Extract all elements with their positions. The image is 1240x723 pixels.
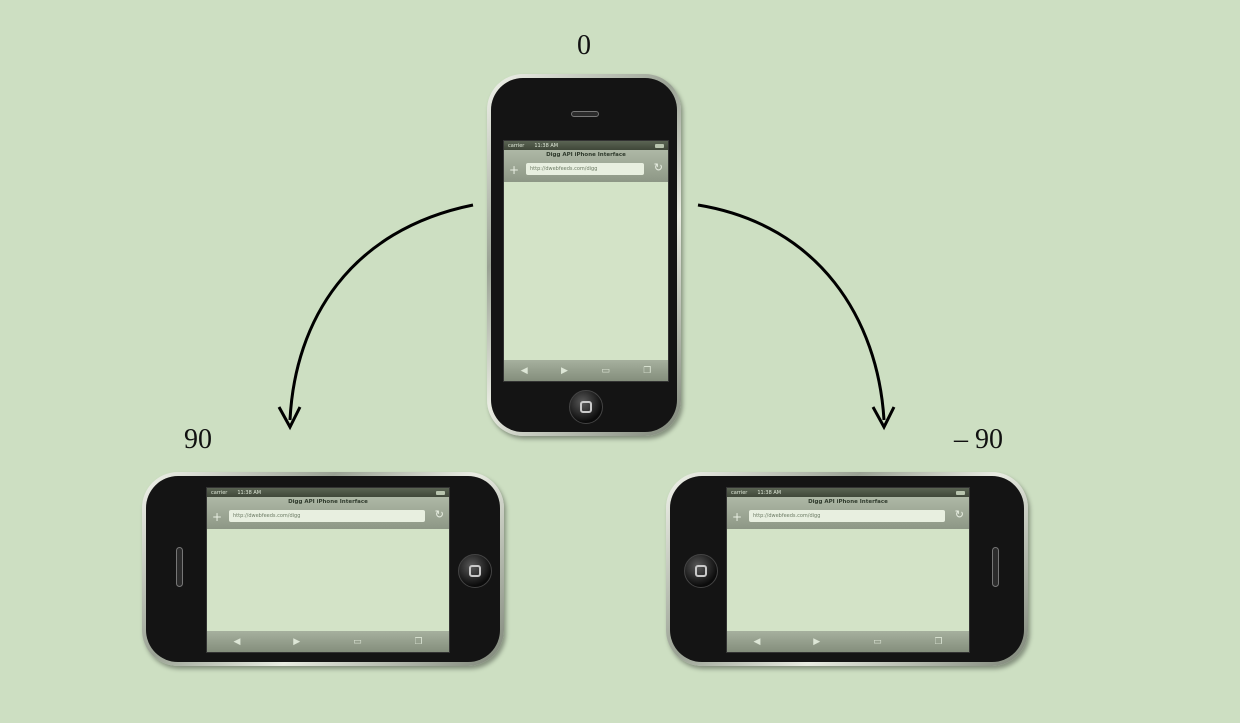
- forward-icon[interactable]: ▶: [561, 366, 568, 376]
- page-title: Digg API iPhone Interface: [808, 499, 888, 505]
- back-icon[interactable]: ◀: [521, 366, 528, 376]
- add-bookmark-icon[interactable]: +: [732, 511, 742, 523]
- page-title: Digg API iPhone Interface: [546, 152, 626, 158]
- browser-toolbar: ◀ ▶ ▭ ❐: [504, 360, 668, 381]
- back-icon[interactable]: ◀: [753, 637, 760, 647]
- phone-landscape-90: carrier 11:38 AM Digg API iPhone Interfa…: [142, 472, 504, 666]
- bookmarks-icon[interactable]: ▭: [353, 637, 362, 647]
- status-bar: carrier 11:38 AM: [504, 141, 668, 150]
- earpiece-speaker: [571, 111, 599, 117]
- bookmarks-icon[interactable]: ▭: [873, 637, 882, 647]
- url-field[interactable]: http://dwebfeeds.com/digg: [229, 510, 425, 522]
- browser-toolbar: ◀ ▶ ▭ ❐: [207, 631, 449, 652]
- status-bar: carrier 11:38 AM: [207, 488, 449, 497]
- phone-landscape-minus-90-bezel: carrier 11:38 AM Digg API iPhone Interfa…: [670, 476, 1024, 662]
- arrow-left: [288, 203, 474, 421]
- reload-icon[interactable]: ↻: [955, 509, 964, 521]
- bookmarks-icon[interactable]: ▭: [601, 366, 610, 376]
- page-title: Digg API iPhone Interface: [288, 499, 368, 505]
- page-content: [207, 529, 449, 631]
- browser-titlebar: Digg API iPhone Interface + http://dwebf…: [504, 150, 668, 182]
- battery-icon: [436, 490, 445, 495]
- time-text: 11:38 AM: [534, 142, 559, 149]
- phone-portrait-screen: carrier 11:38 AM Digg API iPhone Interfa…: [503, 140, 669, 382]
- home-button[interactable]: [569, 390, 603, 424]
- home-button[interactable]: [684, 554, 718, 588]
- status-bar: carrier 11:38 AM: [727, 488, 969, 497]
- pages-icon[interactable]: ❐: [414, 637, 422, 647]
- arrow-right: [697, 203, 886, 421]
- phone-portrait: carrier 11:38 AM Digg API iPhone Interfa…: [487, 74, 681, 436]
- earpiece-speaker: [176, 547, 183, 587]
- page-content: [727, 529, 969, 631]
- carrier-text: carrier: [508, 142, 525, 149]
- add-bookmark-icon[interactable]: +: [212, 511, 222, 523]
- add-bookmark-icon[interactable]: +: [509, 164, 519, 176]
- home-button[interactable]: [458, 554, 492, 588]
- carrier-text: carrier: [211, 489, 228, 496]
- url-field[interactable]: http://dwebfeeds.com/digg: [749, 510, 945, 522]
- earpiece-speaker: [992, 547, 999, 587]
- browser-toolbar: ◀ ▶ ▭ ❐: [727, 631, 969, 652]
- phone-portrait-bezel: carrier 11:38 AM Digg API iPhone Interfa…: [491, 78, 677, 432]
- browser-titlebar: Digg API iPhone Interface + http://dwebf…: [727, 497, 969, 529]
- phone-landscape-minus-90: carrier 11:38 AM Digg API iPhone Interfa…: [666, 472, 1028, 666]
- pages-icon[interactable]: ❐: [934, 637, 942, 647]
- page-content: [504, 182, 668, 360]
- browser-titlebar: Digg API iPhone Interface + http://dwebf…: [207, 497, 449, 529]
- battery-icon: [956, 490, 965, 495]
- phone-landscape-minus-90-screen: carrier 11:38 AM Digg API iPhone Interfa…: [726, 487, 970, 653]
- phone-landscape-90-screen: carrier 11:38 AM Digg API iPhone Interfa…: [206, 487, 450, 653]
- phone-landscape-90-bezel: carrier 11:38 AM Digg API iPhone Interfa…: [146, 476, 500, 662]
- reload-icon[interactable]: ↻: [654, 162, 663, 174]
- time-text: 11:38 AM: [237, 489, 262, 496]
- battery-icon: [655, 143, 664, 148]
- pages-icon[interactable]: ❐: [643, 366, 651, 376]
- url-field[interactable]: http://dwebfeeds.com/digg: [526, 163, 644, 175]
- time-text: 11:38 AM: [757, 489, 782, 496]
- reload-icon[interactable]: ↻: [435, 509, 444, 521]
- carrier-text: carrier: [731, 489, 748, 496]
- forward-icon[interactable]: ▶: [293, 637, 300, 647]
- back-icon[interactable]: ◀: [233, 637, 240, 647]
- forward-icon[interactable]: ▶: [813, 637, 820, 647]
